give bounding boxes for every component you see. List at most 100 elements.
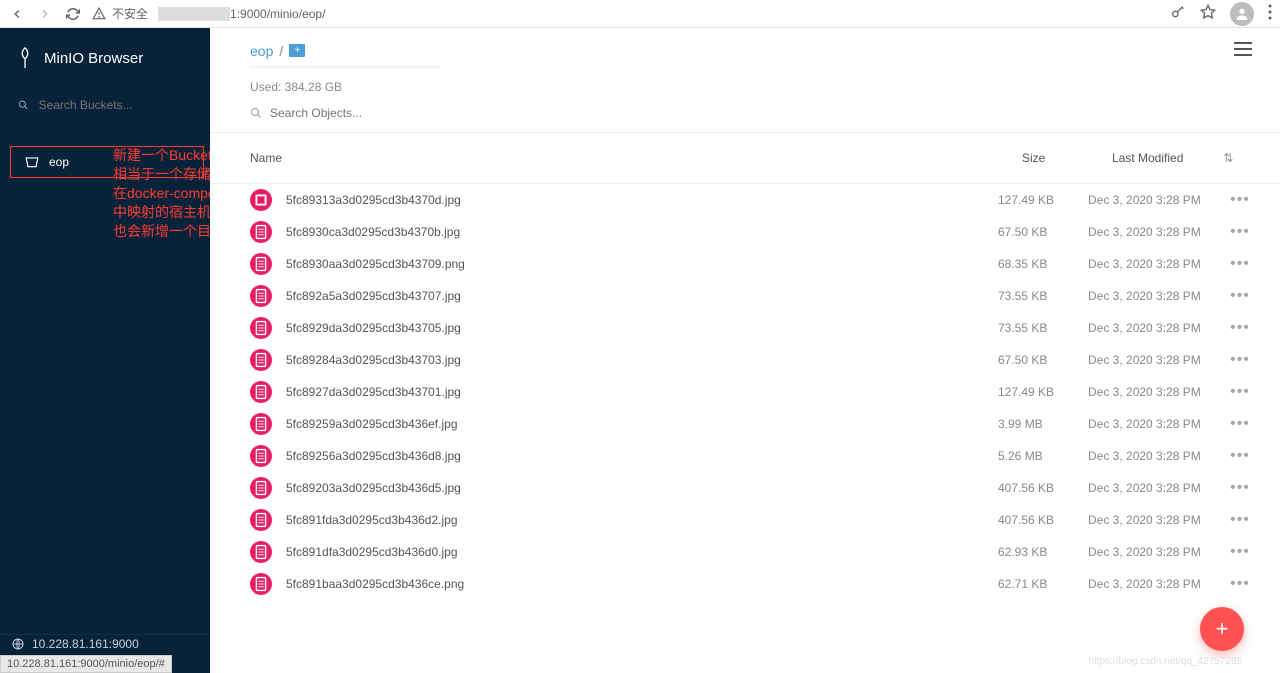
file-actions-icon[interactable]: ••• — [1228, 351, 1252, 369]
security-indicator[interactable]: 不安全 — [92, 5, 148, 22]
file-size: 407.56 KB — [998, 513, 1088, 527]
logo: MinIO Browser — [0, 28, 210, 92]
file-modified: Dec 3, 2020 3:28 PM — [1088, 577, 1228, 591]
file-actions-icon[interactable]: ••• — [1228, 223, 1252, 241]
file-actions-icon[interactable]: ••• — [1228, 479, 1252, 497]
kebab-icon[interactable] — [1268, 4, 1272, 23]
breadcrumb-bucket[interactable]: eop — [250, 43, 273, 59]
column-name[interactable]: Name — [250, 151, 1022, 165]
search-buckets-input[interactable] — [39, 98, 192, 112]
profile-icon[interactable] — [1230, 2, 1254, 26]
reload-button[interactable] — [64, 5, 82, 23]
file-modified: Dec 3, 2020 3:28 PM — [1088, 545, 1228, 559]
search-buckets[interactable] — [0, 92, 210, 118]
table-row[interactable]: 5fc891baa3d0295cd3b436ce.png 62.71 KB De… — [210, 568, 1280, 600]
file-icon — [250, 413, 272, 435]
logo-text: MinIO Browser — [44, 50, 143, 67]
file-modified: Dec 3, 2020 3:28 PM — [1088, 257, 1228, 271]
status-bar-url: 10.228.81.161:9000/minio/eop/# — [0, 655, 172, 673]
file-icon — [250, 317, 272, 339]
forward-button[interactable] — [36, 5, 54, 23]
table-row[interactable]: 5fc8929da3d0295cd3b43705.jpg 73.55 KB De… — [210, 312, 1280, 344]
folder-add-icon[interactable]: + — [289, 44, 305, 57]
file-modified: Dec 3, 2020 3:28 PM — [1088, 289, 1228, 303]
table-row[interactable]: 5fc89259a3d0295cd3b436ef.jpg 3.99 MB Dec… — [210, 408, 1280, 440]
file-name: 5fc891baa3d0295cd3b436ce.png — [286, 577, 998, 591]
table-header: Name Size Last Modified⇅ — [210, 133, 1280, 184]
search-icon — [18, 99, 29, 111]
used-space-label: Used: 384.28 GB — [210, 68, 1280, 104]
browser-toolbar: 不安全 xx1:9000/minio/eop/ — [0, 0, 1280, 28]
file-name: 5fc89313a3d0295cd3b4370d.jpg — [286, 193, 998, 207]
file-name: 5fc892a5a3d0295cd3b43707.jpg — [286, 289, 998, 303]
file-size: 67.50 KB — [998, 225, 1088, 239]
table-row[interactable]: 5fc891dfa3d0295cd3b436d0.jpg 62.93 KB De… — [210, 536, 1280, 568]
table-row[interactable]: 5fc89284a3d0295cd3b43703.jpg 67.50 KB De… — [210, 344, 1280, 376]
back-button[interactable] — [8, 5, 26, 23]
file-size: 62.71 KB — [998, 577, 1088, 591]
file-name: 5fc8930ca3d0295cd3b4370b.jpg — [286, 225, 998, 239]
warning-icon — [92, 7, 106, 21]
star-icon[interactable] — [1200, 4, 1216, 23]
file-size: 68.35 KB — [998, 257, 1088, 271]
file-size: 67.50 KB — [998, 353, 1088, 367]
file-modified: Dec 3, 2020 3:28 PM — [1088, 385, 1228, 399]
table-row[interactable]: 5fc89203a3d0295cd3b436d5.jpg 407.56 KB D… — [210, 472, 1280, 504]
file-name: 5fc891dfa3d0295cd3b436d0.jpg — [286, 545, 998, 559]
file-actions-icon[interactable]: ••• — [1228, 191, 1252, 209]
file-modified: Dec 3, 2020 3:28 PM — [1088, 513, 1228, 527]
file-icon — [250, 381, 272, 403]
table-row[interactable]: 5fc8930aa3d0295cd3b43709.png 68.35 KB De… — [210, 248, 1280, 280]
file-icon — [250, 509, 272, 531]
file-actions-icon[interactable]: ••• — [1228, 415, 1252, 433]
file-actions-icon[interactable]: ••• — [1228, 575, 1252, 593]
file-name: 5fc89256a3d0295cd3b436d8.jpg — [286, 449, 998, 463]
file-icon — [250, 189, 272, 211]
file-actions-icon[interactable]: ••• — [1228, 287, 1252, 305]
menu-icon[interactable] — [1234, 42, 1252, 59]
file-icon — [250, 253, 272, 275]
table-row[interactable]: 5fc891fda3d0295cd3b436d2.jpg 407.56 KB D… — [210, 504, 1280, 536]
file-icon — [250, 541, 272, 563]
key-icon[interactable] — [1170, 4, 1186, 23]
file-modified: Dec 3, 2020 3:28 PM — [1088, 193, 1228, 207]
file-actions-icon[interactable]: ••• — [1228, 383, 1252, 401]
file-size: 127.49 KB — [998, 385, 1088, 399]
watermark: https://blog.csdn.net/qq_42757285 — [1089, 656, 1242, 667]
file-modified: Dec 3, 2020 3:28 PM — [1088, 449, 1228, 463]
search-objects-input[interactable] — [270, 106, 570, 120]
search-objects[interactable] — [210, 104, 1280, 133]
minio-logo-icon — [16, 46, 34, 70]
table-row[interactable]: 5fc8930ca3d0295cd3b4370b.jpg 67.50 KB De… — [210, 216, 1280, 248]
file-actions-icon[interactable]: ••• — [1228, 255, 1252, 273]
file-modified: Dec 3, 2020 3:28 PM — [1088, 353, 1228, 367]
column-modified[interactable]: Last Modified⇅ — [1112, 151, 1252, 165]
file-size: 407.56 KB — [998, 481, 1088, 495]
file-icon — [250, 285, 272, 307]
file-actions-icon[interactable]: ••• — [1228, 319, 1252, 337]
table-row[interactable]: 5fc892a5a3d0295cd3b43707.jpg 73.55 KB De… — [210, 280, 1280, 312]
sort-icon[interactable]: ⇅ — [1223, 151, 1233, 165]
fab-add-button[interactable]: + — [1200, 607, 1244, 651]
file-name: 5fc8930aa3d0295cd3b43709.png — [286, 257, 998, 271]
url[interactable]: xx1:9000/minio/eop/ — [158, 7, 325, 21]
file-name: 5fc89203a3d0295cd3b436d5.jpg — [286, 481, 998, 495]
bucket-icon — [25, 156, 39, 168]
table-row[interactable]: 5fc89313a3d0295cd3b4370d.jpg 127.49 KB D… — [210, 184, 1280, 216]
loading-bar — [250, 65, 440, 68]
search-icon — [250, 107, 262, 119]
content: eop / + Used: 384.28 GB Name Size Last M… — [210, 28, 1280, 673]
file-icon — [250, 445, 272, 467]
table-row[interactable]: 5fc8927da3d0295cd3b43701.jpg 127.49 KB D… — [210, 376, 1280, 408]
breadcrumb: eop / + — [250, 43, 305, 59]
file-actions-icon[interactable]: ••• — [1228, 447, 1252, 465]
file-actions-icon[interactable]: ••• — [1228, 511, 1252, 529]
file-actions-icon[interactable]: ••• — [1228, 543, 1252, 561]
sidebar: MinIO Browser eop 新建一个Buckets 相当于一个存储库 在… — [0, 28, 210, 673]
file-name: 5fc8927da3d0295cd3b43701.jpg — [286, 385, 998, 399]
file-modified: Dec 3, 2020 3:28 PM — [1088, 321, 1228, 335]
column-size[interactable]: Size — [1022, 151, 1112, 165]
file-modified: Dec 3, 2020 3:28 PM — [1088, 225, 1228, 239]
file-size: 73.55 KB — [998, 289, 1088, 303]
table-row[interactable]: 5fc89256a3d0295cd3b436d8.jpg 5.26 MB Dec… — [210, 440, 1280, 472]
